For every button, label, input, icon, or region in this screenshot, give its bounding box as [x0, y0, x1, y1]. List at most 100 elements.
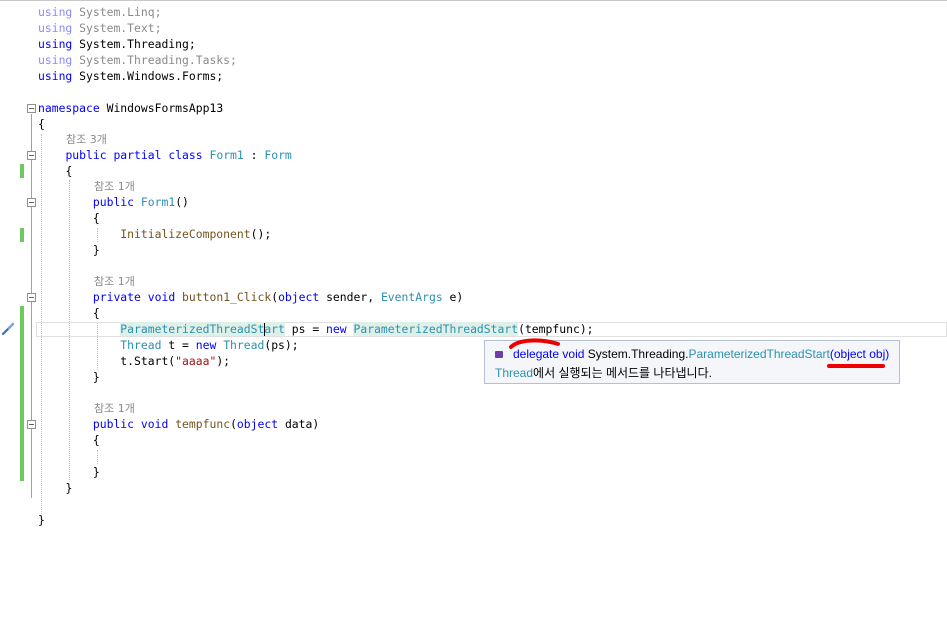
editor-top-border	[0, 0, 947, 1]
code-line-brace[interactable]: }	[38, 369, 100, 385]
keyword: using	[38, 53, 73, 67]
type-ref: Thread	[120, 338, 162, 352]
keyword: private	[92, 290, 141, 304]
keyword: using	[38, 21, 73, 35]
code-line-brace[interactable]: {	[38, 163, 72, 179]
tooltip-namespace: System.Threading.	[587, 347, 689, 361]
method-name: button1_Click	[182, 290, 272, 304]
reference-count-class[interactable]: 참조 3개	[66, 132, 107, 148]
keyword: public	[92, 417, 135, 431]
keyword: object	[236, 417, 279, 431]
brace: }	[92, 465, 100, 479]
code-line-ctor[interactable]: public Form1()	[38, 194, 189, 210]
collapse-tempfunc-toggle[interactable]	[27, 420, 36, 429]
namespace-ref: System.Threading.Tasks;	[79, 53, 237, 67]
code-line-class[interactable]: public partial class Form1 : Form	[38, 147, 292, 163]
param-type: EventArgs	[380, 290, 443, 304]
change-marker	[20, 306, 24, 481]
namespace-ref: System.Linq;	[79, 5, 162, 19]
keyword: void	[147, 290, 176, 304]
call-end: );	[216, 354, 231, 368]
brace: }	[92, 370, 100, 384]
code-line-stmt3[interactable]: t.Start("aaaa");	[38, 353, 230, 369]
brace: {	[38, 117, 45, 131]
code-line-brace[interactable]: {	[38, 305, 100, 321]
code-line-brace[interactable]: }	[38, 480, 72, 496]
keyword: new	[326, 322, 347, 336]
code-line-brace[interactable]: {	[38, 116, 45, 132]
keyword: using	[38, 37, 73, 51]
keyword: public	[92, 195, 135, 209]
brace: {	[92, 211, 100, 225]
tooltip-description: Thread에서 실행되는 메서드를 나타냅니다.	[495, 364, 712, 381]
collapse-click-toggle[interactable]	[27, 293, 36, 302]
argument: ps	[271, 338, 285, 352]
namespace-ref: System.Threading;	[79, 37, 196, 51]
class-name: Form1	[209, 148, 244, 162]
code-line-brace[interactable]: {	[38, 210, 100, 226]
parens: ()	[175, 195, 189, 209]
type-ref: Thread	[223, 338, 265, 352]
namespace-ref: System.Text;	[79, 21, 162, 35]
code-line-using-text[interactable]: using System.Text;	[38, 20, 161, 36]
base-class: Form	[264, 148, 292, 162]
keyword: void	[140, 417, 169, 431]
call-args: ();	[250, 227, 272, 241]
string-literal: "aaaa"	[175, 354, 217, 368]
code-line-click[interactable]: private void button1_Click(object sender…	[38, 289, 463, 305]
method-name: tempfunc	[175, 417, 231, 431]
keyword: using	[38, 69, 73, 83]
operator: =	[312, 322, 320, 336]
namespace-name: WindowsFormsApp13	[106, 101, 224, 115]
brace: {	[65, 164, 73, 178]
change-marker	[20, 228, 24, 242]
tooltip-type-link[interactable]: ParameterizedThreadStart	[688, 347, 829, 361]
screwdriver-icon[interactable]	[1, 322, 15, 336]
tooltip-thread-link[interactable]: Thread	[495, 366, 533, 380]
delegate-icon	[495, 351, 503, 359]
tooltip-keyword: void	[562, 347, 585, 361]
code-line-stmt1[interactable]: ParameterizedThreadStart ps = new Parame…	[38, 321, 594, 337]
variable: t	[168, 338, 176, 352]
reference-count-tempfunc[interactable]: 참조 1개	[94, 401, 135, 417]
collapse-class-toggle[interactable]	[27, 151, 36, 160]
variable: ps	[291, 322, 306, 336]
keyword: public	[65, 148, 107, 162]
keyword: namespace	[38, 101, 100, 115]
method-call: t.Start(	[120, 354, 176, 368]
code-line-brace[interactable]: }	[38, 242, 100, 258]
code-line-stmt2[interactable]: Thread t = new Thread(ps);	[38, 337, 298, 353]
tooltip-desc-text: 에서 실행되는 메서드를 나타냅니다.	[533, 366, 712, 380]
outline-line	[31, 114, 32, 498]
ctor-name: Form1	[140, 195, 176, 209]
code-line-init[interactable]: InitializeComponent();	[38, 226, 271, 242]
collapse-namespace-toggle[interactable]	[27, 104, 36, 113]
annotation-mark	[509, 338, 560, 349]
reference-count-ctor[interactable]: 참조 1개	[94, 179, 135, 195]
operator: =	[182, 338, 189, 352]
brace: }	[92, 243, 100, 257]
method-call: InitializeComponent	[120, 227, 251, 241]
param: data	[284, 417, 313, 431]
keyword: partial	[113, 148, 162, 162]
brace: }	[65, 481, 73, 495]
code-line-tempfunc[interactable]: public void tempfunc(object data)	[38, 416, 319, 432]
code-line-using-forms[interactable]: using System.Windows.Forms;	[38, 68, 223, 84]
annotation-mark	[827, 364, 885, 368]
reference-count-click[interactable]: 참조 1개	[94, 274, 135, 290]
code-line-using-tasks[interactable]: using System.Threading.Tasks;	[38, 52, 237, 68]
param: e	[449, 290, 457, 304]
collapse-ctor-toggle[interactable]	[27, 198, 36, 207]
code-line-namespace[interactable]: namespace WindowsFormsApp13	[38, 100, 223, 116]
code-line-brace[interactable]: }	[38, 512, 45, 528]
change-marker	[20, 164, 24, 178]
keyword: class	[168, 148, 203, 162]
code-line-brace[interactable]: {	[38, 432, 100, 448]
keyword: using	[38, 5, 73, 19]
code-line-using-threading[interactable]: using System.Threading;	[38, 36, 196, 52]
code-line-using-linq[interactable]: using System.Linq;	[38, 4, 161, 20]
indent-guide	[97, 450, 98, 464]
code-line-brace[interactable]: }	[38, 464, 100, 480]
type-ref: ParameterizedThreadStart	[120, 322, 285, 336]
brace: }	[38, 513, 45, 527]
